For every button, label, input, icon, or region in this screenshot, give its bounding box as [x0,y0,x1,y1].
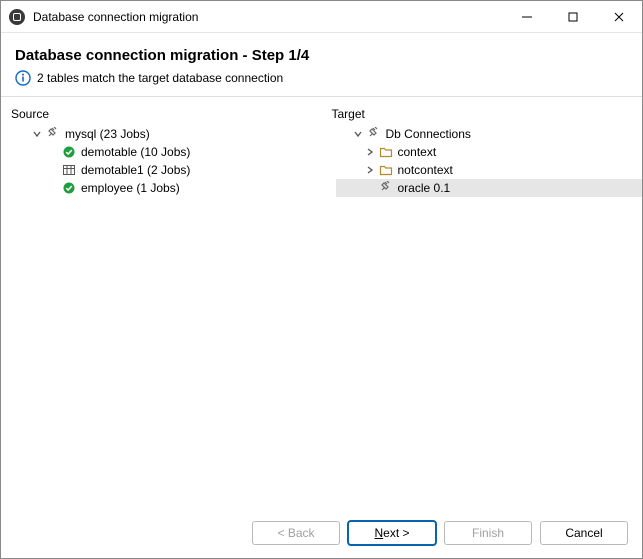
target-pane: Target Db Connections context [322,97,643,508]
info-icon [15,70,31,86]
spacer [364,182,376,194]
folder-icon [378,144,394,160]
chevron-right-icon[interactable] [364,146,376,158]
maximize-button[interactable] [550,1,596,32]
window-controls [504,1,642,32]
minimize-button[interactable] [504,1,550,32]
spacer [47,182,59,194]
source-root[interactable]: mysql (23 Jobs) [15,125,322,143]
spacer [47,146,59,158]
target-item[interactable]: notcontext [336,161,643,179]
folder-icon [378,162,394,178]
source-item[interactable]: demotable (10 Jobs) [15,143,322,161]
table-icon [61,162,77,178]
tree-item-label: Db Connections [386,127,471,141]
back-button[interactable]: < Back [252,521,340,545]
chevron-down-icon[interactable] [352,128,364,140]
back-button-label: < Back [277,526,314,540]
plug-icon [378,180,394,196]
chevron-right-icon[interactable] [364,164,376,176]
app-icon [9,9,25,25]
next-button-label: Next > [374,526,409,540]
spacer [47,164,59,176]
source-item[interactable]: demotable1 (2 Jobs) [15,161,322,179]
next-button[interactable]: Next > [348,521,436,545]
cancel-button[interactable]: Cancel [540,521,628,545]
tree-item-label: oracle 0.1 [398,181,451,195]
source-label: Source [11,107,322,121]
check-circle-icon [61,180,77,196]
check-circle-icon [61,144,77,160]
close-button[interactable] [596,1,642,32]
wizard-info-text: 2 tables match the target database conne… [37,71,283,85]
source-item[interactable]: employee (1 Jobs) [15,179,322,197]
tree-item-label: mysql (23 Jobs) [65,127,150,141]
target-root[interactable]: Db Connections [336,125,643,143]
titlebar: Database connection migration [1,1,642,33]
target-tree[interactable]: Db Connections context notcontext [332,125,643,197]
wizard-footer: < Back Next > Finish Cancel [1,508,642,558]
plug-icon [45,126,61,142]
wizard-title: Database connection migration - Step 1/4 [15,47,628,64]
finish-button-label: Finish [472,526,504,540]
main-area: Source mysql (23 Jobs) demotable (10 Job… [1,97,642,508]
tree-item-label: demotable (10 Jobs) [81,145,190,159]
target-item-selected[interactable]: oracle 0.1 [336,179,643,197]
tree-item-label: notcontext [398,163,453,177]
target-label: Target [332,107,643,121]
plug-icon [366,126,382,142]
source-pane: Source mysql (23 Jobs) demotable (10 Job… [1,97,322,508]
cancel-button-label: Cancel [565,526,602,540]
wizard-header: Database connection migration - Step 1/4… [1,33,642,97]
tree-item-label: context [398,145,437,159]
wizard-info-row: 2 tables match the target database conne… [15,70,628,86]
target-item[interactable]: context [336,143,643,161]
source-tree[interactable]: mysql (23 Jobs) demotable (10 Jobs) demo… [11,125,322,197]
window-title: Database connection migration [33,10,504,24]
tree-item-label: employee (1 Jobs) [81,181,180,195]
tree-item-label: demotable1 (2 Jobs) [81,163,190,177]
finish-button[interactable]: Finish [444,521,532,545]
chevron-down-icon[interactable] [31,128,43,140]
